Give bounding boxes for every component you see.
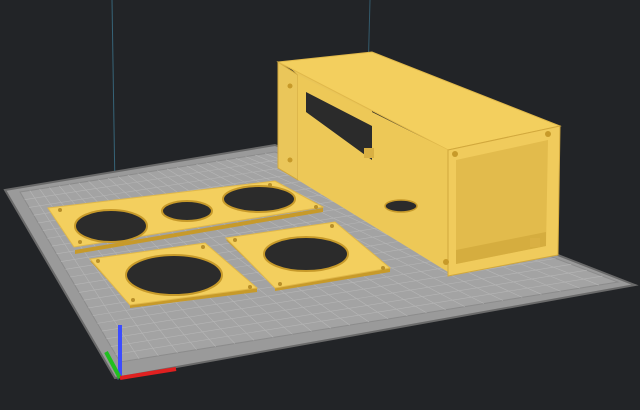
mount-tab — [364, 148, 374, 158]
screw-hole — [452, 151, 458, 157]
3d-viewport[interactable] — [0, 0, 640, 410]
three-hole-plate-hole-left — [74, 209, 148, 243]
enclosure-box-left-frame — [277, 61, 299, 181]
screw-hole — [278, 282, 282, 286]
screw-hole — [287, 157, 293, 163]
screw-hole — [201, 245, 205, 249]
screw-hole — [96, 259, 100, 263]
mount-tab — [530, 238, 540, 247]
three-hole-plate-hole-right — [222, 185, 296, 213]
screw-hole — [314, 205, 318, 209]
scene-canvas[interactable] — [0, 0, 640, 410]
screw-hole — [268, 183, 272, 187]
screw-hole — [443, 259, 449, 265]
screw-hole — [58, 208, 62, 212]
screw-hole — [381, 266, 385, 270]
screw-hole — [330, 224, 334, 228]
enclosure-box-side-hole — [384, 199, 418, 213]
screw-hole — [545, 131, 551, 137]
screw-hole — [131, 298, 135, 302]
screw-hole — [78, 240, 82, 244]
screw-hole — [233, 238, 237, 242]
screw-hole — [248, 285, 252, 289]
left-fan-plate-hole — [125, 254, 223, 296]
screw-hole — [287, 83, 293, 89]
three-hole-plate-hole-middle — [161, 200, 213, 222]
right-fan-plate-hole — [263, 236, 349, 272]
